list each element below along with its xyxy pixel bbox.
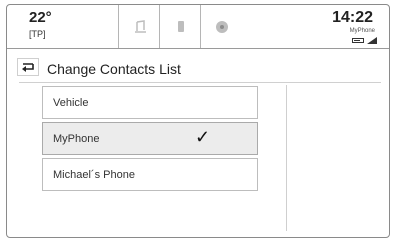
clock: 14:22 [332, 9, 373, 26]
connected-device-name: MyPhone [349, 28, 375, 34]
status-bar: 22° [TP] 14:22 MyPhone [7, 5, 389, 49]
audio-icon [134, 19, 146, 33]
list-item-label: Michael´s Phone [53, 169, 135, 181]
tab-settings[interactable] [200, 5, 242, 48]
list-item-myphone[interactable]: MyPhone ✓ [42, 122, 258, 155]
page-title: Change Contacts List [47, 61, 181, 77]
infotainment-screen: 22° [TP] 14:22 MyPhone Change Contacts L… [6, 4, 390, 238]
tab-phone[interactable] [159, 5, 201, 48]
battery-icon [352, 38, 364, 43]
list-item-michaels-phone[interactable]: Michael´s Phone [42, 158, 258, 191]
panel-divider [286, 85, 287, 231]
back-button[interactable] [17, 58, 39, 76]
settings-icon [215, 20, 228, 33]
list-item-vehicle[interactable]: Vehicle [42, 86, 258, 119]
header-divider [19, 82, 381, 83]
back-icon [22, 63, 34, 72]
list-item-label: Vehicle [53, 97, 89, 109]
tab-audio[interactable] [118, 5, 160, 48]
phone-icon [177, 20, 184, 32]
status-icons [352, 37, 377, 44]
list-item-label: MyPhone [53, 133, 100, 145]
temperature-display: 22° [29, 9, 52, 26]
contacts-list: Vehicle MyPhone ✓ Michael´s Phone [42, 86, 258, 194]
page-header: Change Contacts List [7, 55, 389, 81]
signal-icon [367, 37, 377, 44]
temperature-source: [TP] [29, 29, 46, 39]
checkmark-icon: ✓ [195, 127, 211, 147]
